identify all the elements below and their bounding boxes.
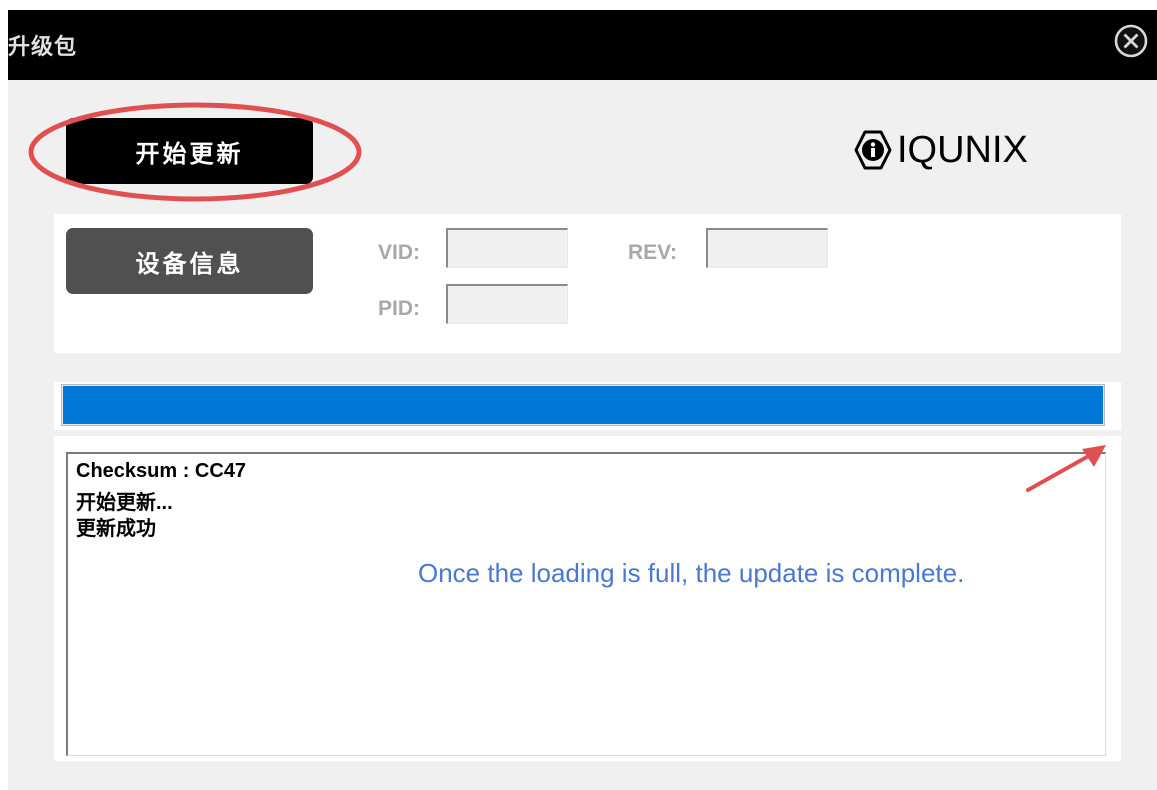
- log-line: 开始更新...: [76, 492, 173, 514]
- annotation-arrow-icon: [1026, 445, 1106, 492]
- progress-area: [54, 382, 1121, 430]
- window-title: 升级包: [8, 35, 78, 60]
- highlight-ellipse: [28, 102, 362, 202]
- annotation-note: Once the loading is full, the update is …: [418, 558, 965, 588]
- vid-field[interactable]: [446, 228, 568, 268]
- log-line: 更新成功: [76, 518, 156, 540]
- info-circle-logo-icon: [854, 130, 892, 170]
- device-info-panel: 设备信息 VID: PID: REV:: [54, 214, 1121, 353]
- title-bar: 升级包: [8, 10, 1157, 80]
- logo-text: IQUNIX: [897, 128, 1028, 171]
- vid-label: VID:: [378, 241, 420, 264]
- pid-field[interactable]: [446, 284, 568, 324]
- rev-field[interactable]: [706, 228, 828, 268]
- pid-label: PID:: [378, 297, 420, 320]
- log-panel: Checksum : CC47 开始更新... 更新成功: [54, 436, 1121, 761]
- device-info-button[interactable]: 设备信息: [66, 228, 313, 294]
- log-output[interactable]: Checksum : CC47 开始更新... 更新成功: [66, 452, 1106, 756]
- rev-label: REV:: [628, 241, 678, 264]
- device-info-label: 设备信息: [135, 249, 244, 278]
- brand-logo: IQUNIX: [853, 127, 1028, 173]
- progress-fill: [63, 386, 1103, 424]
- update-window: 升级包 开始更新 IQUNIX 设备信息 VID: PID: REV: Chec…: [8, 10, 1157, 790]
- log-line: Checksum : CC47: [76, 460, 247, 482]
- close-icon[interactable]: [1113, 23, 1149, 59]
- progress-bar: [61, 384, 1105, 426]
